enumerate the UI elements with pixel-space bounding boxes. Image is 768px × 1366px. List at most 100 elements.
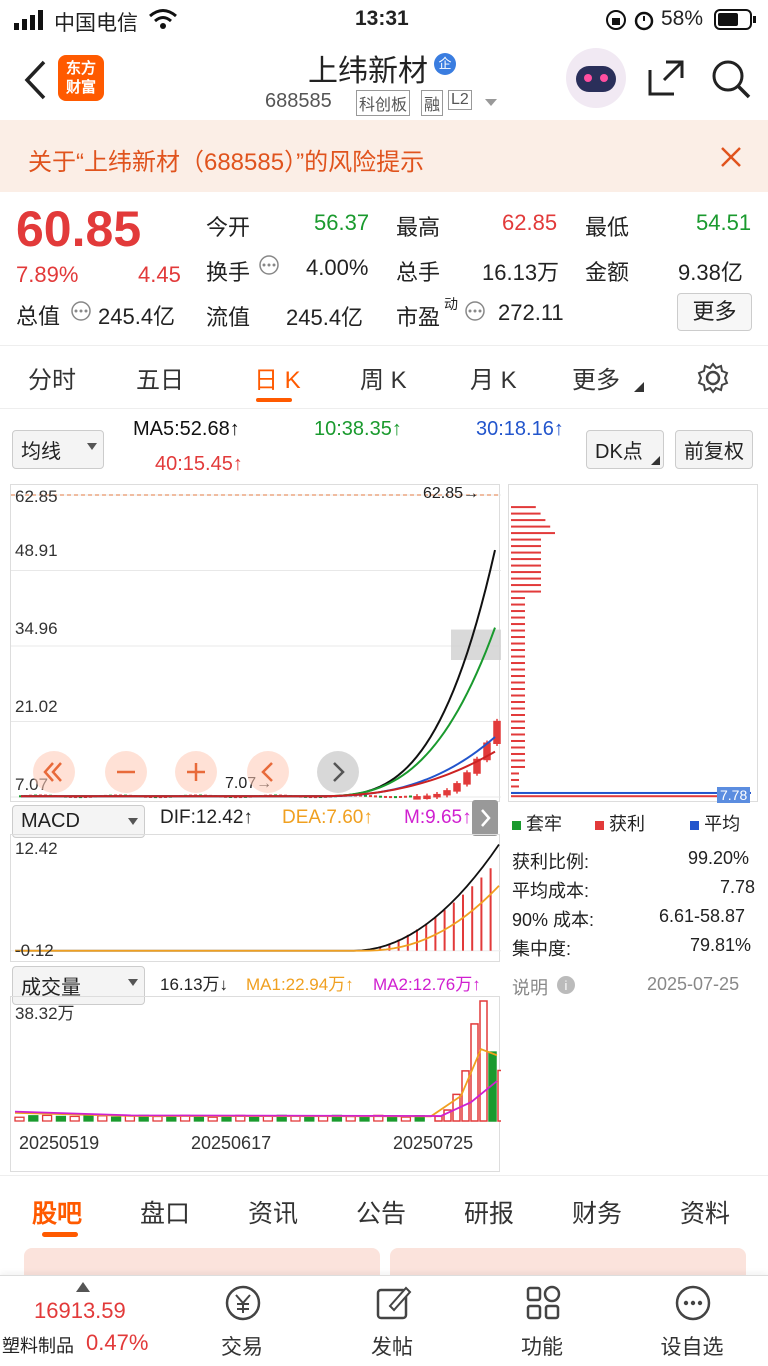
kline-panel[interactable]: 62.85 48.91 34.96 21.02 7.07 62.85→ 7.07… [10, 484, 501, 802]
tab-research[interactable]: 研报 [464, 1194, 514, 1230]
tab-news[interactable]: 资讯 [248, 1194, 298, 1230]
chip-bar [511, 603, 525, 606]
tab-intraday[interactable]: 分时 [28, 360, 76, 395]
float-value: 245.4亿 [286, 305, 364, 330]
settings-icon[interactable] [697, 362, 729, 394]
candle [453, 783, 461, 792]
minus-icon [117, 770, 135, 774]
chip-note-label[interactable]: 说明 [512, 974, 548, 1000]
volume-current: 16.13万↓ [160, 975, 229, 994]
chip-bar [511, 765, 525, 768]
y-tick: 21.02 [15, 697, 58, 716]
close-icon[interactable] [720, 146, 742, 168]
chip-bar [511, 739, 525, 742]
promo-card-right[interactable] [390, 1248, 746, 1276]
info-dots-icon[interactable] [258, 254, 280, 276]
candle [384, 795, 387, 798]
volume-panel[interactable]: 38.32万 20250519 20250617 20250725 [10, 996, 506, 1172]
more-button[interactable]: 更多 [677, 293, 752, 331]
stock-code: 688585 [265, 90, 332, 112]
volume-value: 16.13万 [482, 260, 560, 285]
chip-bar [511, 506, 536, 509]
chip-bar [511, 662, 525, 665]
chevron-down-icon [128, 818, 138, 825]
scroll-right-button[interactable] [317, 751, 359, 793]
volume-bar [152, 1115, 163, 1122]
zoom-in-button[interactable] [175, 751, 217, 793]
y-tick: 62.85 [15, 487, 58, 506]
candle [399, 795, 402, 798]
last-price: 60.85 [16, 201, 142, 257]
info-dots-icon[interactable] [464, 300, 486, 322]
chip-bar [511, 545, 541, 548]
chevron-right-icon [481, 809, 491, 827]
quote-panel: 60.85 7.89% 4.45 总值 245.4亿 今开 56.37 最高 6… [0, 192, 768, 342]
chevron-down-icon [128, 979, 138, 986]
chip-bar [511, 623, 525, 626]
chip-row-label: 90% 成本: [512, 910, 595, 930]
corner-triangle-icon [634, 382, 644, 392]
x-tick: 20250519 [19, 1133, 100, 1153]
high-label: 最高 [396, 215, 441, 240]
expand-panel-button[interactable] [472, 800, 498, 836]
chevron-down-icon[interactable] [484, 98, 498, 108]
chip-bar [511, 636, 525, 639]
tab-monthly-k[interactable]: 月 K [470, 360, 517, 395]
amount-label: 金额 [585, 260, 630, 285]
tab-finance[interactable]: 财务 [572, 1194, 622, 1230]
ma40-value: 40:15.45↑ [155, 453, 243, 475]
volume-ma2-line [14, 1080, 498, 1117]
tab-guba[interactable]: 股吧 [32, 1194, 82, 1230]
chip-bar [511, 720, 525, 723]
zoom-out-button[interactable] [105, 751, 147, 793]
chip-bar [511, 688, 525, 691]
double-chevron-left-icon [43, 762, 62, 782]
chip-bar [511, 590, 541, 593]
info-dots-icon[interactable] [70, 300, 92, 322]
tag-margin: 融 [421, 90, 444, 116]
chip-distribution-panel[interactable]: 7.78 [508, 484, 758, 803]
tab-announcements[interactable]: 公告 [356, 1194, 406, 1230]
index-value[interactable]: 16913.59 [34, 1298, 126, 1324]
chip-bar [511, 538, 541, 541]
adjust-button[interactable]: 前复权 [675, 430, 753, 469]
volume-bar [262, 1115, 274, 1122]
dk-button[interactable]: DK点 [586, 430, 664, 469]
tab-five-day[interactable]: 五日 [136, 360, 184, 395]
info-icon[interactable]: i [556, 975, 576, 995]
back-icon[interactable] [22, 60, 48, 100]
scroll-left-fast-button[interactable] [33, 751, 75, 793]
legend-average: 平均 [704, 814, 741, 834]
search-icon[interactable] [710, 58, 752, 100]
app-logo[interactable]: 东方 财富 [58, 55, 104, 101]
market-cap-label: 总值 [16, 304, 61, 329]
tab-pankou[interactable]: 盘口 [140, 1194, 190, 1230]
promo-card-left[interactable] [24, 1248, 380, 1276]
chip-bar [511, 726, 525, 729]
tab-profile[interactable]: 资料 [680, 1194, 730, 1230]
ma-selector[interactable]: 均线 [12, 430, 104, 469]
chip-bar [511, 733, 525, 736]
tab-weekly-k[interactable]: 周 K [360, 360, 407, 395]
volume-bar [69, 1115, 80, 1122]
dif-value: DIF:12.42↑ [160, 807, 253, 828]
tab-daily-k[interactable]: 日 K [254, 360, 301, 395]
more-circle-icon [675, 1285, 711, 1321]
risk-banner[interactable]: 关于“上纬新材（688585）”的风险提示 [0, 120, 768, 192]
chip-bar [511, 746, 525, 749]
chip-bar [511, 791, 751, 794]
chevron-left-icon [261, 762, 273, 782]
share-icon[interactable] [646, 58, 686, 98]
macd-panel[interactable]: 12.42 -0.12 [10, 834, 501, 962]
ma-indicator-row: 均线 MA5:52.68↑ 10:38.35↑ 30:18.16↑ 40:15.… [0, 412, 768, 482]
volume-bar [479, 1000, 488, 1122]
tab-more[interactable]: 更多 [572, 360, 620, 395]
low-label: 最低 [585, 215, 630, 240]
y-tick: 48.91 [15, 541, 58, 560]
chip-bar [511, 577, 541, 580]
avg-cost-marker: 7.78 [717, 787, 751, 803]
scroll-left-button[interactable] [247, 751, 289, 793]
chip-bar [511, 597, 525, 600]
chip-bar [511, 629, 525, 632]
assistant-avatar[interactable] [566, 48, 626, 108]
